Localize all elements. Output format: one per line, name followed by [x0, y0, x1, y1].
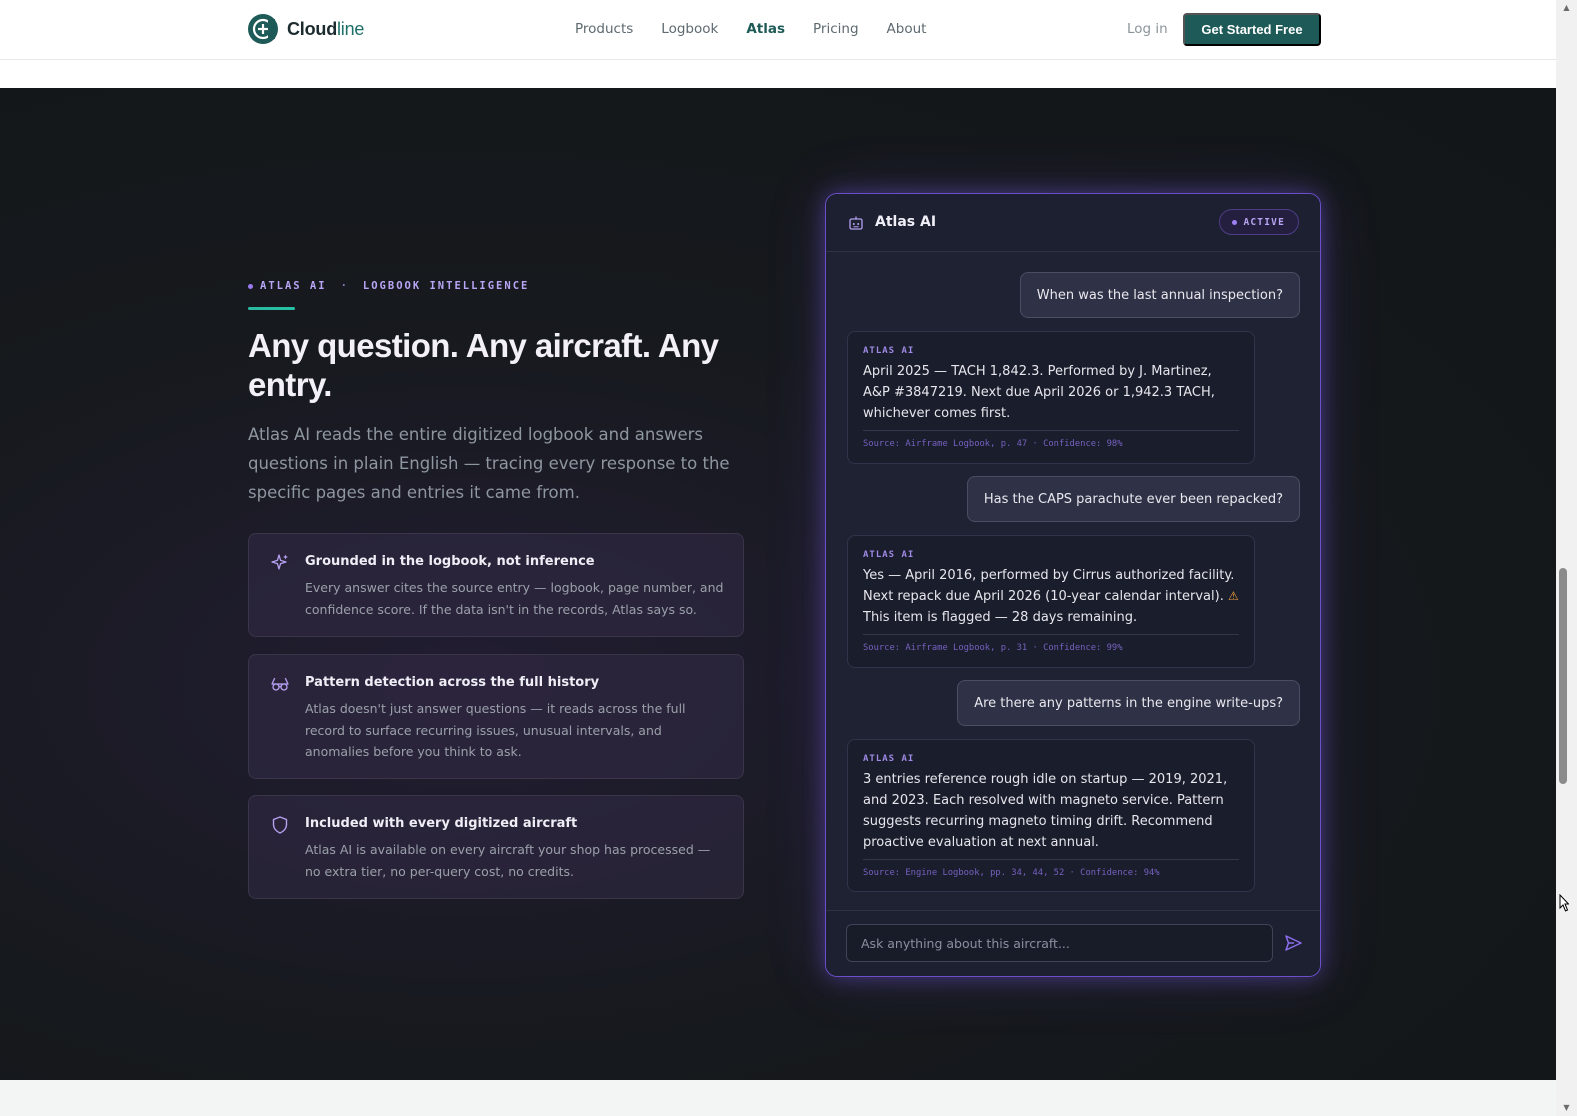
status-badge: ACTIVE [1219, 209, 1299, 235]
chat-title: Atlas AI [875, 214, 937, 230]
login-link[interactable]: Log in [1127, 21, 1168, 37]
robot-icon [849, 216, 863, 230]
chat-footer: Ask anything about this aircraft... [826, 910, 1320, 976]
chat-input[interactable]: Ask anything about this aircraft... [846, 924, 1273, 962]
send-icon[interactable] [1283, 933, 1303, 953]
eyebrow-dot-icon [248, 283, 253, 289]
message-source[interactable]: Source: Airframe Logbook, p. 47 · Confid… [863, 439, 1123, 449]
status-dot-icon [1232, 219, 1238, 225]
brand-name: Cloudline [287, 18, 365, 39]
glasses-icon [271, 677, 289, 691]
scroll-down-arrow-icon[interactable]: ▼ [1556, 1100, 1577, 1114]
message-source[interactable]: Source: Engine Logbook, pp. 34, 44, 52 ·… [863, 868, 1160, 878]
brand-logo[interactable]: Cloudline [248, 14, 364, 44]
assistant-message: ATLAS AI Yes — April 2016, performed by … [847, 535, 1255, 668]
atlas-chat-panel: Atlas AI ACTIVE When was the last annual… [825, 193, 1321, 977]
feature-desc: Every answer cites the source entry — lo… [305, 580, 724, 617]
nav-link-atlas[interactable]: Atlas [746, 21, 785, 37]
nav-link-logbook[interactable]: Logbook [661, 21, 718, 37]
message-source[interactable]: Source: Airframe Logbook, p. 31 · Confid… [863, 643, 1123, 653]
nav-link-about[interactable]: About [887, 21, 927, 37]
section-headline: Any question. Any aircraft. Any entry. [248, 327, 719, 403]
scrollbar-thumb[interactable] [1559, 568, 1567, 784]
feature-card-included: Included with every digitized aircraft A… [248, 795, 744, 899]
nav-links: Products Logbook Atlas Pricing About [575, 21, 926, 37]
feature-card-patterns: Pattern detection across the full histor… [248, 654, 744, 779]
mouse-cursor-icon [1559, 894, 1569, 912]
assistant-label: ATLAS AI [863, 550, 915, 560]
assistant-text: 3 entries reference rough idle on startu… [863, 772, 1228, 850]
feature-desc: Atlas doesn't just answer questions — it… [305, 701, 686, 759]
message-divider [863, 430, 1239, 431]
feature-title: Grounded in the logbook, not inference [305, 554, 595, 569]
message-divider [863, 634, 1239, 635]
assistant-text: Yes — April 2016, performed by Cirrus au… [863, 568, 1239, 625]
sparkle-icon [271, 554, 288, 570]
feature-card-grounded: Grounded in the logbook, not inference E… [248, 533, 744, 637]
assistant-label: ATLAS AI [863, 346, 915, 356]
user-message: Has the CAPS parachute ever been repacke… [966, 476, 1300, 522]
nav-link-products[interactable]: Products [575, 21, 633, 37]
eyebrow-underline [248, 307, 295, 310]
message-divider [863, 859, 1239, 860]
user-message: Are there any patterns in the engine wri… [957, 680, 1300, 726]
cloudline-logo-icon [248, 14, 278, 44]
warning-icon: ⚠ [1227, 589, 1239, 603]
feature-title: Included with every digitized aircraft [305, 816, 578, 831]
user-message: When was the last annual inspection? [1019, 272, 1300, 318]
chat-header: Atlas AI ACTIVE [826, 194, 1320, 252]
feature-desc: Atlas AI is available on every aircraft … [305, 842, 711, 879]
section-eyebrow: ATLAS AI · LOGBOOK INTELLIGENCE [248, 280, 529, 292]
nav-link-pricing[interactable]: Pricing [813, 21, 859, 37]
scroll-up-arrow-icon[interactable]: ▲ [1556, 0, 1577, 14]
shield-icon [272, 816, 288, 834]
page-scrollbar[interactable] [1556, 0, 1577, 1116]
next-section-edge [0, 1080, 1556, 1116]
assistant-label: ATLAS AI [863, 754, 915, 764]
assistant-message: ATLAS AI April 2025 — TACH 1,842.3. Perf… [847, 331, 1255, 464]
assistant-text: April 2025 — TACH 1,842.3. Performed by … [863, 364, 1215, 421]
feature-title: Pattern detection across the full histor… [305, 675, 600, 690]
section-lede: Atlas AI reads the entire digitized logb… [248, 425, 730, 502]
assistant-message: ATLAS AI 3 entries reference rough idle … [847, 739, 1255, 892]
top-nav: Cloudline Products Logbook Atlas Pricing… [0, 0, 1556, 60]
atlas-section [0, 88, 1556, 1080]
get-started-button[interactable]: Get Started Free [1183, 13, 1321, 46]
nav-spacer [0, 60, 1556, 88]
